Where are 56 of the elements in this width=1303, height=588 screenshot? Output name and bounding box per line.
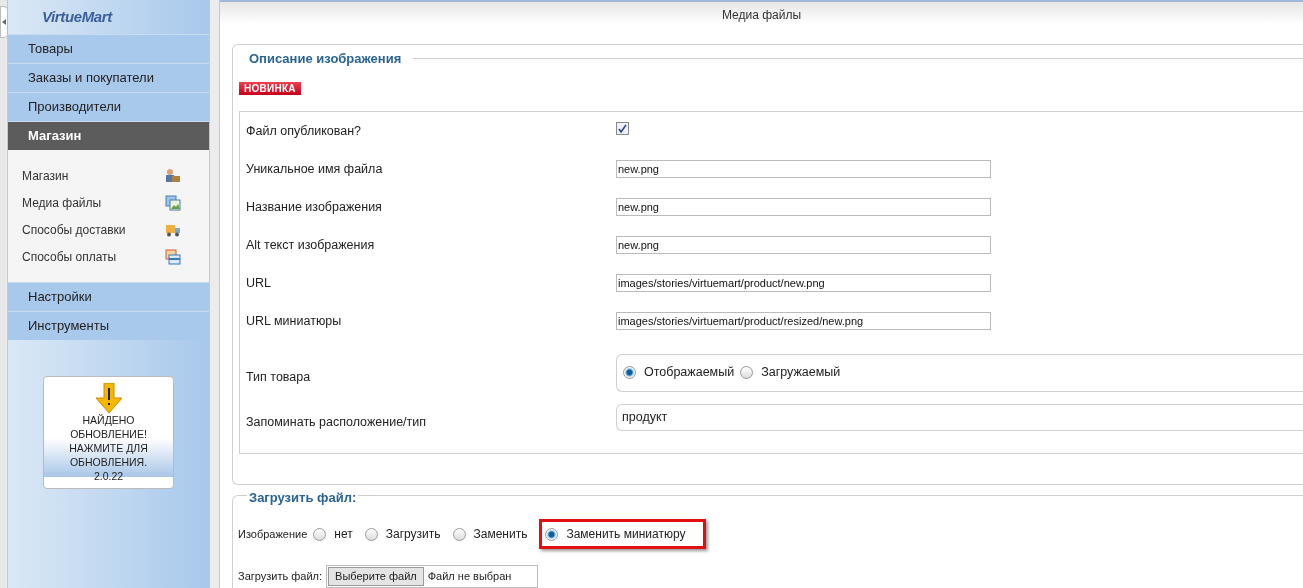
page-title: Медиа файлы <box>721 7 802 24</box>
radio-button[interactable] <box>545 527 559 541</box>
person-briefcase-icon <box>165 167 181 184</box>
menu-item[interactable]: Товары <box>8 34 209 63</box>
radio-label[interactable]: нет <box>334 525 353 543</box>
submenu-item[interactable]: Способы оплаты <box>22 247 117 266</box>
text-field[interactable]: images/stories/virtuemart/product/new.png <box>616 273 991 292</box>
collapse-arrow-icon <box>2 19 6 25</box>
logo: VirtueMart <box>42 6 112 27</box>
menu-item[interactable]: Производители <box>8 92 209 121</box>
menu-item[interactable]: Настройки <box>8 282 209 311</box>
field-label: Тип товара <box>245 368 312 386</box>
submenu-item[interactable]: Медиа файлы <box>22 193 102 212</box>
field-label: Запоминать расположение/тип <box>245 413 428 431</box>
field-label: Уникальное имя файла <box>245 160 384 178</box>
update-message: НАЙДЕНО ОБНОВЛЕНИЕ! НАЖМИТЕ ДЛЯ ОБНОВЛЕНИЯ. <box>68 413 149 469</box>
version-number: 2.0.22 <box>93 469 124 483</box>
location-type-field: продукт <box>616 403 1303 431</box>
radio-label[interactable]: Отображаемый <box>644 363 735 382</box>
radio-label[interactable]: Загружаемый <box>761 363 841 382</box>
field-label: URL миниатюры <box>245 312 343 330</box>
menu-item[interactable]: Заказы и покупатели <box>8 63 209 92</box>
check-icon <box>618 123 627 133</box>
text-field[interactable]: new.png <box>616 197 991 216</box>
radio-label[interactable]: Заменить <box>473 525 528 543</box>
field-label: Alt текст изображения <box>245 236 376 254</box>
checkbox[interactable] <box>616 121 629 135</box>
radio-label[interactable]: Заменить миниатюру <box>566 525 686 543</box>
submenu-item[interactable]: Магазин <box>22 166 69 185</box>
menu-item[interactable]: Магазин <box>8 121 209 150</box>
section-legend: Описание изображения <box>247 49 404 69</box>
radio-label[interactable]: Загрузить <box>385 525 441 543</box>
update-notice[interactable]: НАЙДЕНО ОБНОВЛЕНИЕ! НАЖМИТЕ ДЛЯ ОБНОВЛЕНИЯ. 2.0.22 <box>43 376 174 489</box>
radio-button[interactable] <box>623 366 636 379</box>
choose-file-button[interactable]: Выберите файл <box>328 567 424 586</box>
text-field[interactable]: new.png <box>616 159 991 178</box>
new-badge: НОВИНКА <box>239 81 301 95</box>
radio-button[interactable] <box>452 527 466 541</box>
file-input[interactable]: Выберите файл Файл не выбран <box>326 565 539 588</box>
radio-button[interactable] <box>313 527 327 541</box>
field-label: URL <box>245 274 272 292</box>
card-icon <box>165 248 181 265</box>
image-option-label: Изображение <box>238 526 308 542</box>
field-label: Название изображения <box>245 198 383 216</box>
text-field[interactable]: images/stories/virtuemart/product/resized/new.png <box>616 311 991 330</box>
radio-button[interactable] <box>364 527 378 541</box>
field-label: Файл опубликован? <box>245 122 363 140</box>
radio-button[interactable] <box>740 366 754 379</box>
submenu-item[interactable]: Способы доставки <box>22 220 126 239</box>
file-upload-label: Загрузить файл: <box>238 569 323 585</box>
text-field[interactable]: new.png <box>616 235 991 254</box>
warning-arrow-icon <box>95 383 122 413</box>
sidebar-splitter[interactable] <box>209 0 220 588</box>
menu-item[interactable]: Инструменты <box>8 311 209 340</box>
pictures-icon <box>165 194 181 211</box>
file-status: Файл не выбран <box>427 569 512 585</box>
